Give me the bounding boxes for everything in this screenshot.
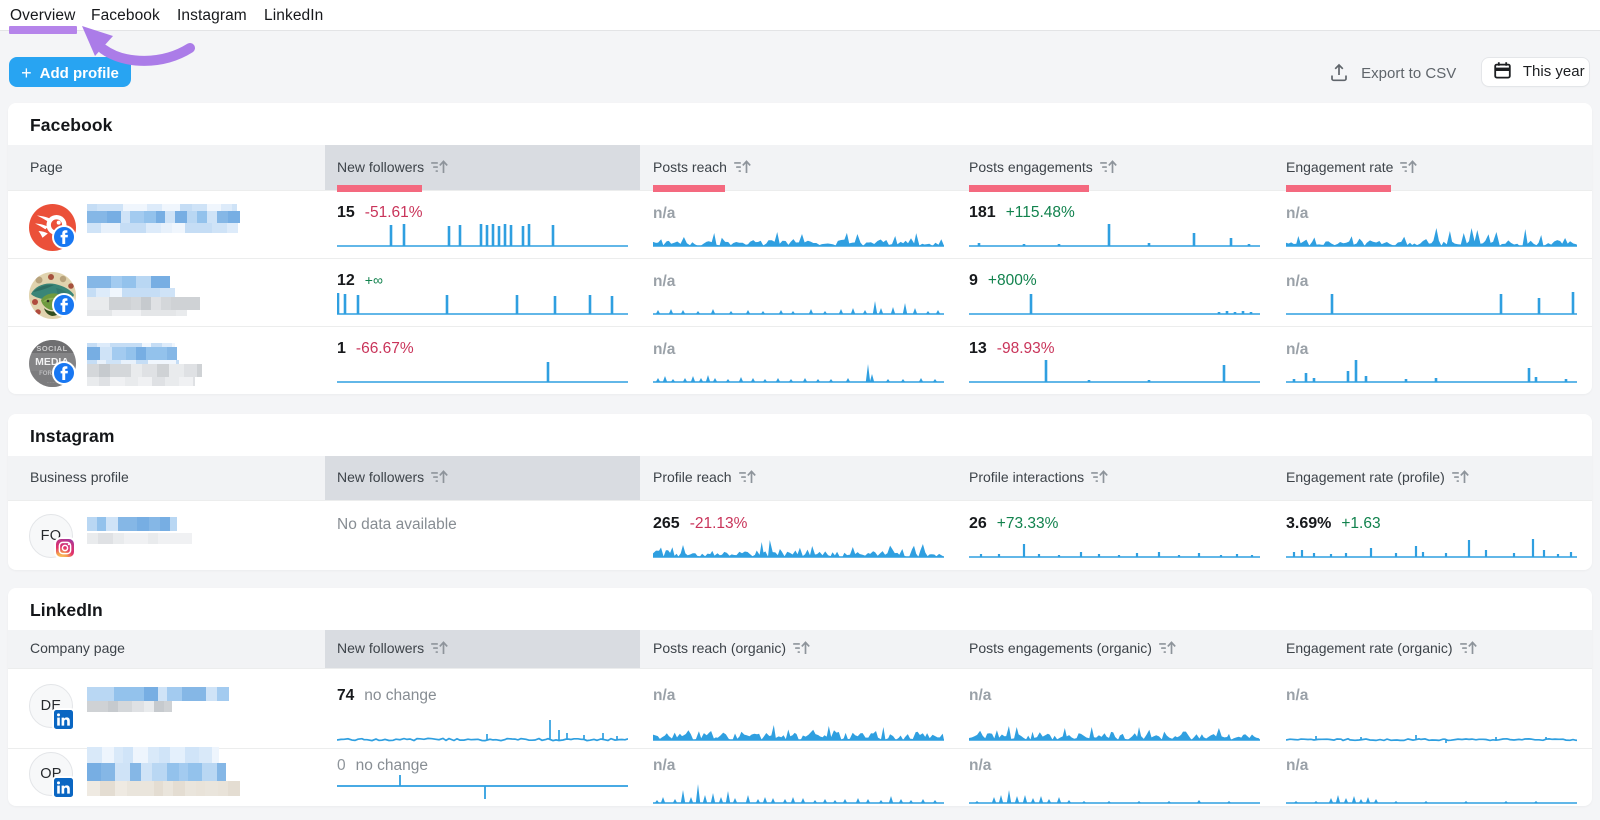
svg-text:SOCIAL: SOCIAL — [36, 344, 67, 353]
